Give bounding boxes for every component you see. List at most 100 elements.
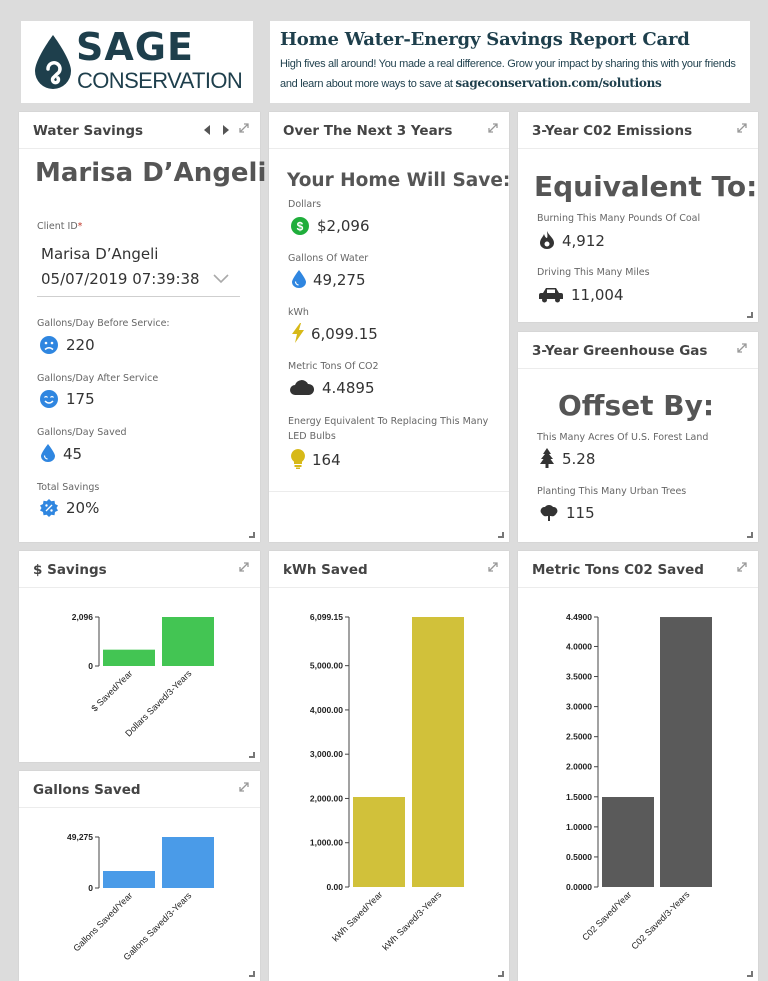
chart-bar[interactable] — [660, 617, 712, 887]
led-label: Energy Equivalent To Replacing This Many — [288, 416, 489, 427]
after-value: 175 — [66, 390, 95, 408]
savings-heading: Your Home Will Save: — [287, 170, 511, 191]
expand-icon[interactable] — [485, 559, 501, 575]
panel-header: 3-Year Greenhouse Gas — [518, 332, 758, 369]
kwh-saved-chart: 0.00 1,000.00 2,000.00 3,000.00 4,000.00 5,00… — [310, 612, 464, 952]
resize-corner-icon[interactable] — [747, 312, 753, 318]
y-tick-label: 0.0000 — [566, 882, 592, 892]
coal-label: Burning This Many Pounds Of Coal — [537, 213, 701, 224]
water-savings-panel: Water Savings Marisa D’Angeli Client ID*… — [19, 112, 266, 542]
y-tick-label: 2,096 — [72, 612, 94, 622]
resize-corner-icon[interactable] — [498, 971, 504, 977]
gallons-saved-chart-panel: Gallons Saved 0 49,275 Gallons Saved/Year G… — [19, 771, 260, 981]
coal-value: 4,912 — [562, 232, 605, 250]
solutions-link[interactable]: sageconservation.com/solutions — [455, 76, 661, 90]
trees-value: 115 — [566, 504, 595, 522]
expand-icon[interactable] — [236, 120, 252, 136]
x-category-label: Gallons Saved/Year — [71, 890, 134, 953]
water-drop-logo-icon — [35, 35, 71, 89]
before-label: Gallons/Day Before Service: — [37, 318, 170, 329]
panel-header: $ Savings — [19, 551, 260, 588]
after-label: Gallons/Day After Service — [37, 373, 159, 384]
y-tick-label: 4.0000 — [566, 641, 592, 651]
chart-bar[interactable] — [162, 837, 214, 888]
led-label-2: LED Bulbs — [288, 431, 336, 442]
y-tick-label: 0.00 — [326, 882, 343, 892]
x-category-label: kWh Saved/Year — [330, 889, 384, 943]
panel-header: kWh Saved — [269, 551, 509, 588]
y-tick-label: 1,000.00 — [310, 838, 343, 848]
expand-icon[interactable] — [236, 559, 252, 575]
flame-icon — [540, 231, 554, 249]
header-box: Home Water-Energy Savings Report Card Hi… — [270, 21, 750, 103]
client-select[interactable]: Marisa D’Angeli 05/07/2019 07:39:38 — [37, 239, 240, 297]
logo-wordmark-bottom: CONSERVATION — [77, 68, 243, 93]
client-name-heading: Marisa D’Angeli — [35, 158, 267, 188]
chart-bar[interactable] — [103, 649, 155, 666]
light-bulb-icon — [291, 449, 305, 469]
cloud-icon — [290, 380, 314, 395]
panel-header: Metric Tons C02 Saved — [518, 551, 758, 588]
resize-corner-icon[interactable] — [249, 532, 255, 538]
y-tick-label: 6,099.15 — [310, 612, 343, 622]
dollar-savings-chart-panel: $ Savings 0 2,096 $ Saved/Year Dollars Save… — [19, 551, 260, 762]
y-tick-label: 2.5000 — [566, 732, 592, 742]
panel-divider — [269, 491, 509, 492]
resize-corner-icon[interactable] — [747, 971, 753, 977]
y-tick-label: 4,000.00 — [310, 705, 343, 715]
x-category-label: Dollars Saved/3-Years — [123, 668, 194, 739]
svg-text:$: $ — [297, 220, 304, 234]
resize-corner-icon[interactable] — [249, 971, 255, 977]
expand-icon[interactable] — [236, 779, 252, 795]
y-tick-label: 3.0000 — [566, 702, 592, 712]
kwh-label: kWh — [288, 307, 309, 318]
logo-box: SAGE CONSERVATION — [21, 21, 253, 103]
saved-value: 45 — [63, 445, 83, 463]
y-tick-label: 2,000.00 — [310, 793, 343, 803]
panel-title: Metric Tons C02 Saved — [532, 562, 704, 578]
panel-header: Gallons Saved — [19, 771, 260, 808]
saved-label: Gallons/Day Saved — [37, 427, 127, 438]
chevron-down-icon[interactable] — [213, 274, 229, 284]
resize-corner-icon[interactable] — [249, 752, 255, 758]
panel-header: Water Savings — [19, 112, 260, 149]
chevron-right-icon[interactable] — [222, 125, 230, 135]
client-id-text: Client ID — [37, 221, 78, 232]
before-value: 220 — [66, 336, 95, 354]
chart-bar[interactable] — [162, 617, 214, 666]
chart-bar[interactable] — [103, 871, 155, 888]
y-tick-label: 0.5000 — [566, 852, 592, 862]
co2-saved-chart: 0.0000 0.5000 1.0000 1.5000 2.0000 2.5000 3.00… — [566, 612, 712, 951]
next-3-years-panel: Over The Next 3 Years Your Home Will Sav… — [269, 112, 511, 542]
x-category-label: $ Saved/Year — [89, 668, 134, 713]
y-tick-label: 1.5000 — [566, 792, 592, 802]
panel-title: Water Savings — [33, 123, 144, 139]
expand-icon[interactable] — [734, 120, 750, 136]
y-tick-label: 4.4900 — [566, 612, 592, 622]
expand-icon[interactable] — [485, 120, 501, 136]
resize-corner-icon[interactable] — [498, 532, 504, 538]
x-category-label: kWh Saved/3-Years — [380, 889, 443, 952]
y-tick-label: 49,275 — [67, 832, 93, 842]
expand-icon[interactable] — [734, 559, 750, 575]
panel-title: 3-Year Greenhouse Gas — [532, 343, 708, 359]
y-tick-label: 0 — [88, 883, 93, 893]
gallons-saved-chart: 0 49,275 Gallons Saved/YearGallons Saved/3… — [67, 832, 214, 962]
percent-badge-icon — [40, 499, 58, 517]
equivalent-heading: Equivalent To: — [534, 170, 758, 203]
resize-corner-icon[interactable] — [747, 532, 753, 538]
chart-bar[interactable] — [412, 617, 464, 887]
gallons-label: Gallons Of Water — [288, 253, 369, 264]
chart-bar[interactable] — [353, 797, 405, 887]
greenhouse-gas-panel: 3-Year Greenhouse Gas Offset By: This Ma… — [518, 332, 758, 542]
chevron-left-icon[interactable] — [203, 125, 211, 135]
dollars-value: $2,096 — [317, 217, 370, 235]
panel-header: 3-Year C02 Emissions — [518, 112, 758, 149]
y-tick-label: 5,000.00 — [310, 661, 343, 671]
chart-bar[interactable] — [602, 797, 654, 887]
total-value: 20% — [66, 499, 100, 517]
panel-title: Over The Next 3 Years — [283, 123, 453, 139]
expand-icon[interactable] — [734, 340, 750, 356]
header-message: High fives all around! You made a real d… — [280, 58, 736, 70]
panel-title: kWh Saved — [283, 562, 368, 578]
